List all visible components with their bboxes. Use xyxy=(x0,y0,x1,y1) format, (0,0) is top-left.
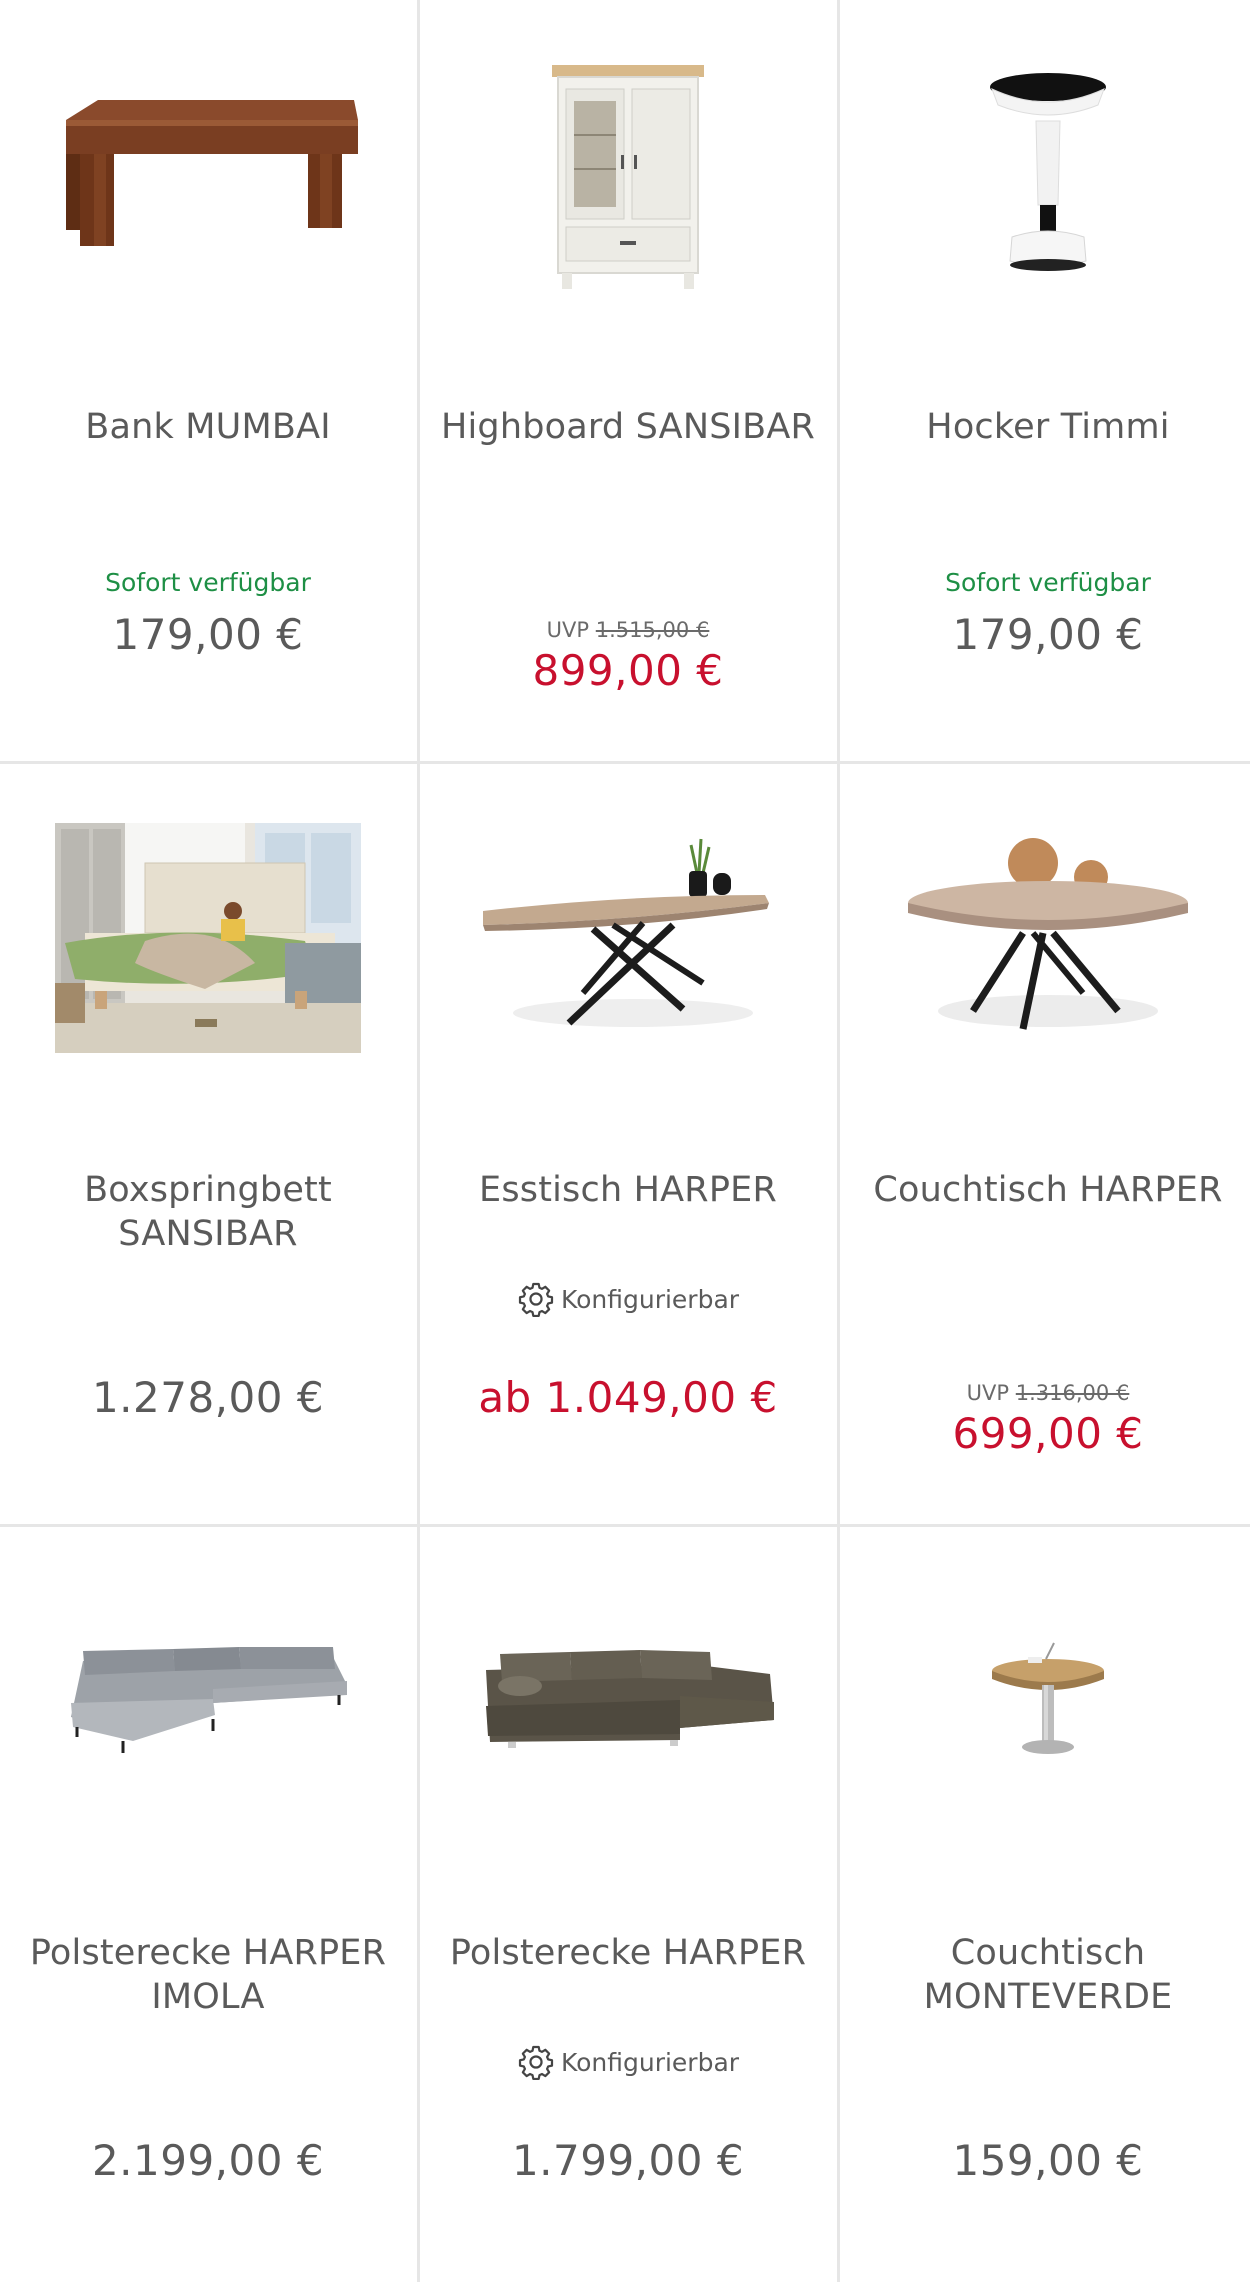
sale-price: ab 1.049,00 € xyxy=(478,1373,778,1422)
uvp-old-price: 1.515,00 € xyxy=(595,618,710,642)
sale-price: 699,00 € xyxy=(952,1409,1144,1458)
stool-image[interactable] xyxy=(840,0,1250,350)
configurable-badge: Konfigurierbar xyxy=(420,2043,836,2081)
configurable-badge: Konfigurierbar xyxy=(420,1280,836,1318)
product-card[interactable]: Highboard SANSIBAR UVP 1.515,00 € 899,00… xyxy=(420,0,836,761)
white-highboard-image[interactable] xyxy=(420,0,836,350)
product-price: 179,00 € xyxy=(112,610,304,659)
product-price: 159,00 € xyxy=(952,2136,1144,2185)
uvp-label: UVP xyxy=(546,618,590,642)
product-card[interactable]: Polsterecke HARPER IMOLA 2.199,00 € xyxy=(0,1526,416,2287)
product-name[interactable]: Couchtisch HARPER xyxy=(860,1168,1236,1212)
product-name[interactable]: Polsterecke HARPER IMOLA xyxy=(20,1931,396,2019)
product-price: 2.199,00 € xyxy=(91,2136,325,2185)
configurable-label: Konfigurierbar xyxy=(560,1284,740,1314)
boxspring-bed-photo[interactable] xyxy=(0,763,416,1113)
uvp-label: UVP xyxy=(966,1381,1010,1405)
product-name[interactable]: Bank MUMBAI xyxy=(20,405,396,449)
product-name[interactable]: Esstisch HARPER xyxy=(440,1168,816,1212)
brown-corner-sofa-image[interactable] xyxy=(420,1526,836,1876)
gear-icon xyxy=(518,1282,554,1318)
availability-label: Sofort verfügbar xyxy=(105,568,311,597)
product-card[interactable]: Esstisch HARPER Konfigurierbar ab 1.049,… xyxy=(420,763,836,1524)
product-price: 1.799,00 € xyxy=(511,2136,745,2185)
product-grid: Bank MUMBAI Sofort verfügbar 179,00 € Hi… xyxy=(0,0,1250,2282)
dining-table-image[interactable] xyxy=(420,763,836,1113)
wooden-bench-image[interactable] xyxy=(0,0,416,350)
sale-price: 899,00 € xyxy=(532,646,724,695)
product-name[interactable]: Boxspringbett SANSIBAR xyxy=(20,1168,396,1256)
product-price: 1.278,00 € xyxy=(91,1373,325,1422)
round-coffee-table-image[interactable] xyxy=(840,763,1250,1113)
product-card[interactable]: Polsterecke HARPER Konfigurierbar 1.799,… xyxy=(420,1526,836,2287)
configurable-label: Konfigurierbar xyxy=(560,2047,740,2077)
availability-label: Sofort verfügbar xyxy=(945,568,1151,597)
side-table-image[interactable] xyxy=(840,1526,1250,1876)
product-name[interactable]: Polsterecke HARPER xyxy=(440,1931,816,1975)
product-price: 179,00 € xyxy=(952,610,1144,659)
product-card[interactable]: Couchtisch HARPER UVP 1.316,00 € 699,00 … xyxy=(840,763,1250,1524)
uvp-price: UVP 1.515,00 € xyxy=(420,618,836,642)
product-name[interactable]: Hocker Timmi xyxy=(860,405,1236,449)
product-card[interactable]: Couchtisch MONTEVERDE 159,00 € xyxy=(840,1526,1250,2287)
gear-icon xyxy=(518,2045,554,2081)
grey-corner-sofa-image[interactable] xyxy=(0,1526,416,1876)
uvp-old-price: 1.316,00 € xyxy=(1015,1381,1130,1405)
uvp-price: UVP 1.316,00 € xyxy=(840,1381,1250,1405)
product-name[interactable]: Highboard SANSIBAR xyxy=(440,405,816,449)
product-name[interactable]: Couchtisch MONTEVERDE xyxy=(860,1931,1236,2019)
product-card[interactable]: Boxspringbett SANSIBAR 1.278,00 € xyxy=(0,763,416,1524)
product-card[interactable]: Bank MUMBAI Sofort verfügbar 179,00 € xyxy=(0,0,416,761)
product-card[interactable]: Hocker Timmi Sofort verfügbar 179,00 € xyxy=(840,0,1250,761)
